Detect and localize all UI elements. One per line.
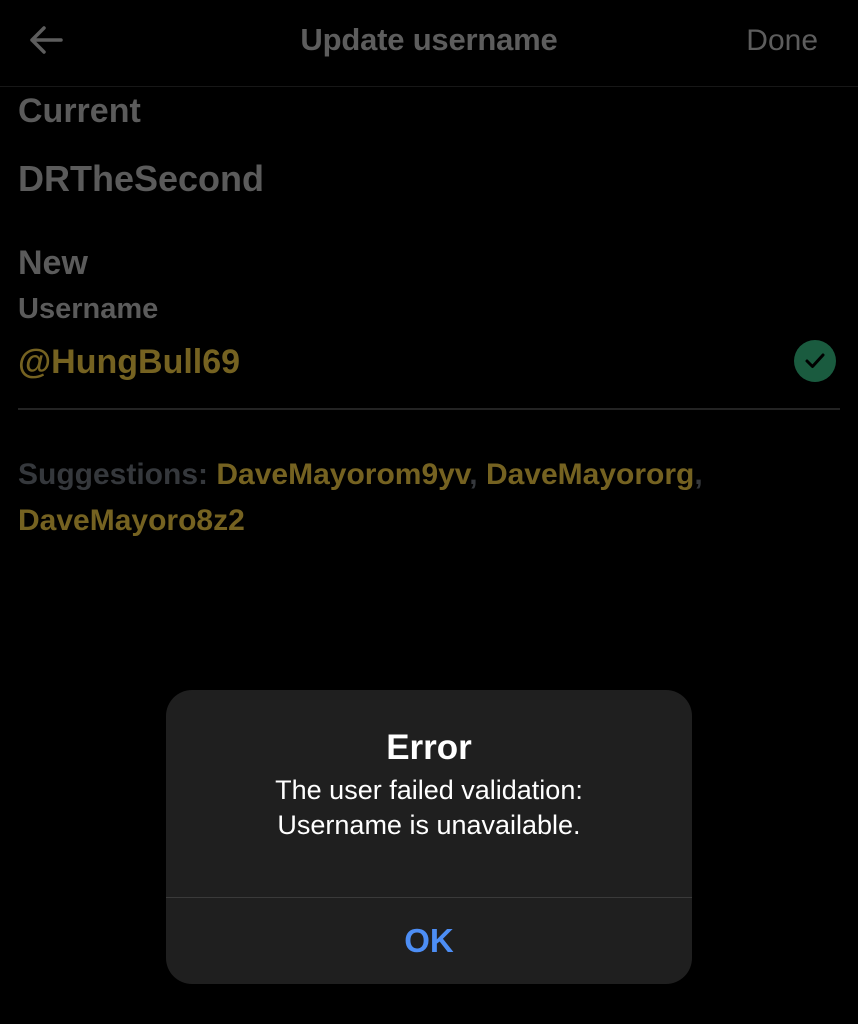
update-username-screen: Update username Done Current DRTheSecond… xyxy=(0,0,858,1024)
error-alert: Error The user failed validation: Userna… xyxy=(166,690,692,984)
alert-message: The user failed validation: Username is … xyxy=(166,773,692,843)
alert-title: Error xyxy=(386,728,472,767)
alert-message-line: The user failed validation: xyxy=(275,775,583,805)
alert-message-line: Username is unavailable. xyxy=(277,810,581,840)
ok-button[interactable]: OK xyxy=(166,898,692,984)
